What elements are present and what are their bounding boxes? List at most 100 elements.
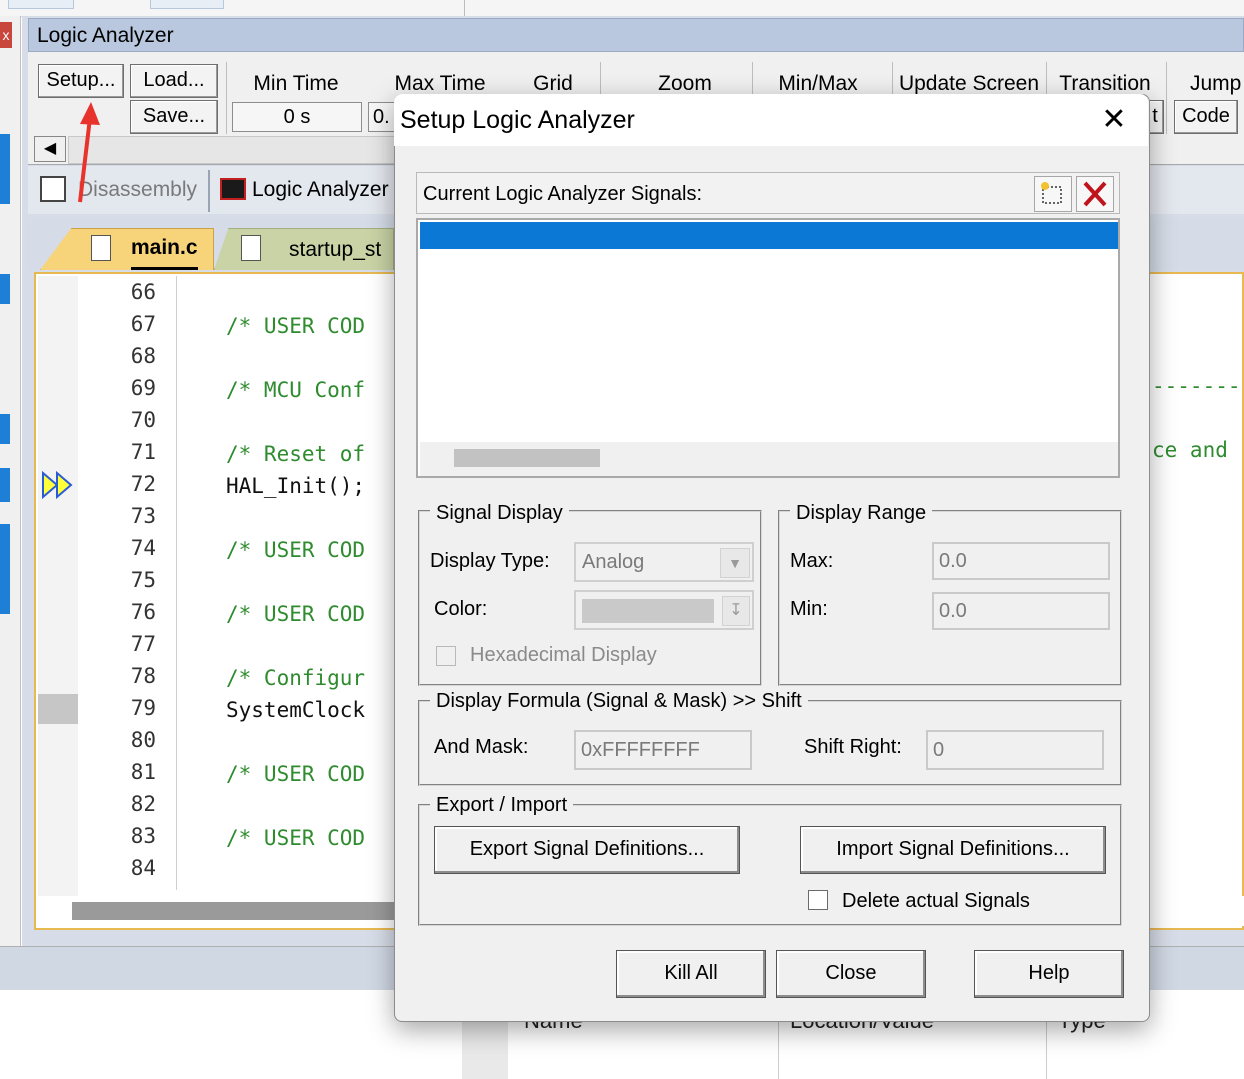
annotation-arrow xyxy=(78,102,100,203)
zoom-label: Zoom xyxy=(658,72,712,95)
close-button[interactable]: Close xyxy=(776,950,926,998)
current-line-arrow-icon xyxy=(42,470,73,500)
line-number: 70 xyxy=(130,408,156,432)
line-number: 76 xyxy=(130,600,156,624)
setup-button[interactable]: Setup... xyxy=(38,64,124,98)
tab-logic-analyzer[interactable]: Logic Analyzer xyxy=(216,174,396,210)
window-title: Logic Analyzer xyxy=(28,18,1244,52)
editor-hscroll-thumb[interactable] xyxy=(72,902,394,920)
line-number: 71 xyxy=(130,440,156,464)
new-signal-icon[interactable] xyxy=(1034,176,1072,212)
line-number: 78 xyxy=(130,664,156,688)
code-fragment: ------- xyxy=(1152,374,1241,398)
line-number: 80 xyxy=(130,728,156,752)
color-label: Color: xyxy=(434,598,488,620)
signals-header: Current Logic Analyzer Signals: xyxy=(416,172,1120,214)
grid-label: Grid xyxy=(533,72,573,95)
min-time-value: 0 s xyxy=(232,102,362,132)
code-line: HAL_Init(); xyxy=(226,474,366,498)
min-label: Min: xyxy=(790,598,828,620)
signal-display-legend: Signal Display xyxy=(430,500,569,526)
display-type-value: Analog xyxy=(582,551,645,573)
left-rail xyxy=(0,16,21,946)
and-mask-input[interactable]: 0xFFFFFFFF xyxy=(574,730,752,770)
import-signal-definitions-button[interactable]: Import Signal Definitions... xyxy=(800,826,1106,874)
max-time-label: Max Time xyxy=(394,72,486,95)
export-import-legend: Export / Import xyxy=(430,792,574,818)
line-number: 73 xyxy=(130,504,156,528)
color-select[interactable]: ↧ xyxy=(574,590,754,630)
code-line: /* Reset of xyxy=(226,442,366,466)
min-input[interactable]: 0.0 xyxy=(932,592,1110,630)
close-icon[interactable]: ✕ xyxy=(1094,100,1134,140)
toolbar-separator xyxy=(226,62,227,134)
line-number: 66 xyxy=(130,280,156,304)
shift-right-input[interactable]: 0 xyxy=(926,730,1104,770)
horizontal-scrollbar[interactable] xyxy=(68,136,400,164)
line-number: 79 xyxy=(130,696,156,720)
file-icon xyxy=(91,235,111,261)
transition-label: Transition xyxy=(1059,72,1151,95)
code-line: /* MCU Conf xyxy=(226,378,366,402)
toolbar-separator xyxy=(752,62,753,98)
editor-margin xyxy=(38,276,78,896)
toolbar-separator xyxy=(600,62,601,98)
tab-main-c-label: main.c xyxy=(131,229,198,270)
top-tab-fragment xyxy=(150,0,224,9)
and-mask-label: And Mask: xyxy=(434,736,529,758)
code-line: SystemClock xyxy=(226,698,366,722)
tab-startup-label: startup_st xyxy=(289,238,382,261)
toolbar-separator xyxy=(1166,62,1167,134)
scroll-left-arrow-icon[interactable]: ◀ xyxy=(34,136,66,162)
kill-all-button[interactable]: Kill All xyxy=(616,950,766,998)
selected-signal-row[interactable] xyxy=(420,222,1118,249)
line-number: 72 xyxy=(130,472,156,496)
hexadecimal-display-label: Hexadecimal Display xyxy=(470,644,657,666)
display-type-label: Display Type: xyxy=(430,550,550,572)
tab-logic-analyzer-label: Logic Analyzer xyxy=(252,178,389,201)
code-line: /* USER COD xyxy=(226,602,366,626)
load-button[interactable]: Load... xyxy=(130,64,218,98)
display-type-select[interactable]: Analog ▼ xyxy=(574,542,754,582)
delete-signal-icon[interactable] xyxy=(1076,176,1114,212)
delete-actual-signals-checkbox[interactable] xyxy=(808,890,828,910)
hexadecimal-display-checkbox[interactable] xyxy=(436,646,456,666)
tab-disassembly[interactable]: Disassembly xyxy=(38,174,206,210)
jump-label: Jump xyxy=(1190,72,1242,95)
export-signal-definitions-button[interactable]: Export Signal Definitions... xyxy=(434,826,740,874)
code-fragment: ce and xyxy=(1152,438,1228,462)
file-icon xyxy=(241,235,261,261)
chevron-down-icon: ▼ xyxy=(720,548,750,578)
download-arrow-icon: ↧ xyxy=(722,596,750,626)
min-time-label: Min Time xyxy=(253,72,339,95)
logic-analyzer-icon xyxy=(220,178,246,200)
line-number: 68 xyxy=(130,344,156,368)
line-number: 84 xyxy=(130,856,156,880)
color-swatch xyxy=(582,599,714,623)
max-input[interactable]: 0.0 xyxy=(932,542,1110,580)
line-number: 81 xyxy=(130,760,156,784)
minmax-label: Min/Max xyxy=(778,72,858,95)
line-number: 75 xyxy=(130,568,156,592)
help-button[interactable]: Help xyxy=(974,950,1124,998)
code-button[interactable]: Code xyxy=(1174,100,1238,134)
tab-startup[interactable]: startup_st xyxy=(214,228,394,270)
breakpoint-marker xyxy=(38,694,78,724)
display-range-legend: Display Range xyxy=(790,500,933,526)
display-formula-legend: Display Formula (Signal & Mask) >> Shift xyxy=(430,688,808,714)
save-button[interactable]: Save... xyxy=(130,100,218,134)
line-number: 67 xyxy=(130,312,156,336)
signals-header-label: Current Logic Analyzer Signals: xyxy=(423,183,703,205)
disassembly-icon xyxy=(40,176,66,202)
code-line: /* USER COD xyxy=(226,538,366,562)
dialog-title: Setup Logic Analyzer xyxy=(400,106,635,134)
signals-list-hscroll-thumb[interactable] xyxy=(454,449,600,467)
code-line: /* USER COD xyxy=(226,762,366,786)
close-icon[interactable]: x xyxy=(0,22,12,48)
tab-divider xyxy=(208,170,210,212)
delete-actual-signals-label: Delete actual Signals xyxy=(842,890,1030,912)
code-line: /* Configur xyxy=(226,666,366,690)
line-number: 83 xyxy=(130,824,156,848)
max-label: Max: xyxy=(790,550,834,572)
signals-list[interactable] xyxy=(416,218,1120,478)
